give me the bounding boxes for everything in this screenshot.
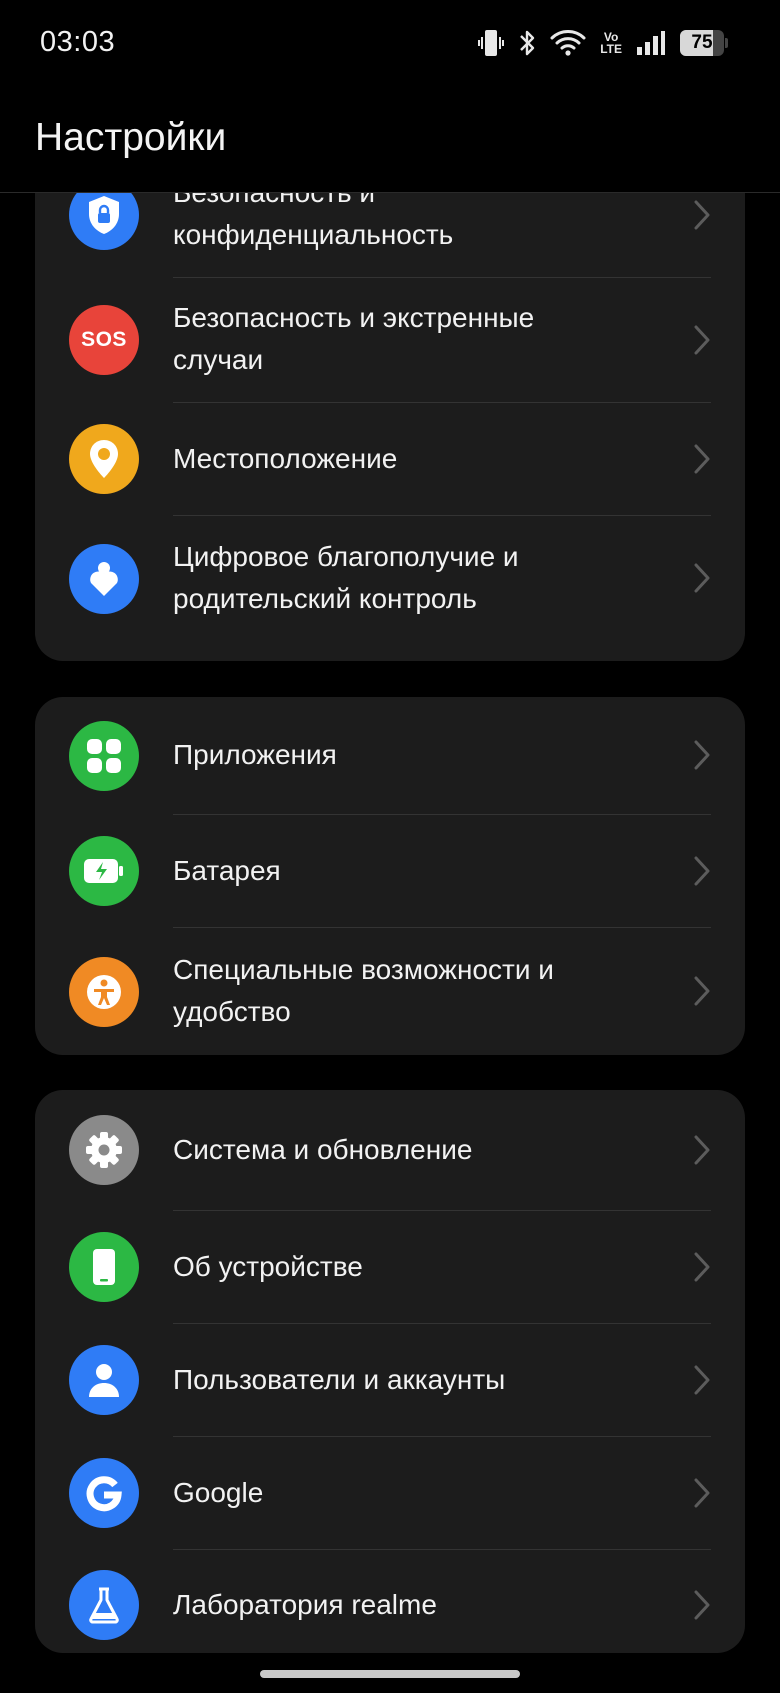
- vibrate-icon: [478, 30, 505, 56]
- settings-item-emergency[interactable]: SOS Безопасность и экстренные случаи: [35, 278, 745, 402]
- settings-item-label: Батарея: [173, 855, 281, 886]
- settings-item-label: Об устройстве: [173, 1251, 363, 1282]
- volte-icon: Vo LTE: [600, 31, 622, 55]
- settings-item-label: Пользователи и аккаунты: [173, 1364, 506, 1395]
- status-bar: 03:03 Vo LTE 75: [0, 0, 780, 90]
- chevron-right-icon: [694, 1590, 710, 1620]
- bluetooth-icon: [520, 30, 535, 56]
- chevron-right-icon: [694, 1478, 710, 1508]
- chevron-right-icon: [694, 444, 710, 474]
- settings-item-label: Система и обновление: [173, 1134, 473, 1165]
- chevron-right-icon: [694, 1135, 710, 1165]
- chevron-right-icon: [694, 976, 710, 1006]
- battery-level: 75: [691, 32, 713, 53]
- battery-icon: 75: [680, 30, 728, 56]
- settings-item-accessibility[interactable]: Специальные возможности и удобство: [35, 928, 745, 1055]
- battery-charge-icon: [69, 836, 139, 906]
- settings-item-about-device[interactable]: Об устройстве: [35, 1211, 745, 1323]
- settings-item-location[interactable]: Местоположение: [35, 403, 745, 515]
- chevron-right-icon: [694, 1252, 710, 1282]
- settings-item-system[interactable]: Система и обновление: [35, 1090, 745, 1210]
- chevron-right-icon: [694, 740, 710, 770]
- settings-item-users-accounts[interactable]: Пользователи и аккаунты: [35, 1324, 745, 1436]
- sos-icon-text: SOS: [81, 328, 127, 351]
- settings-item-apps[interactable]: Приложения: [35, 697, 745, 814]
- settings-item-label: Местоположение: [173, 443, 398, 474]
- user-icon: [69, 1345, 139, 1415]
- app-header: Настройки: [0, 90, 780, 193]
- wifi-icon: [550, 30, 586, 56]
- accessibility-icon: [69, 957, 139, 1027]
- flask-icon: [69, 1570, 139, 1640]
- gear-icon: [69, 1115, 139, 1185]
- chevron-right-icon: [694, 200, 710, 230]
- settings-item-label: Специальные возможности и удобство: [173, 954, 554, 1027]
- location-pin-icon: [69, 424, 139, 494]
- chevron-right-icon: [694, 1365, 710, 1395]
- settings-item-google[interactable]: Google: [35, 1437, 745, 1549]
- settings-list[interactable]: Безопасность и конфиденциальность SOS Бе…: [0, 193, 780, 1693]
- phone-icon: [69, 1232, 139, 1302]
- settings-item-label: Безопасность и конфиденциальность: [173, 193, 454, 250]
- settings-item-label: Google: [173, 1477, 264, 1508]
- signal-icon: [637, 31, 665, 55]
- page-title: Настройки: [35, 116, 227, 159]
- chevron-right-icon: [694, 325, 710, 355]
- volte-bottom: LTE: [600, 42, 622, 56]
- settings-item-wellbeing[interactable]: Цифровое благополучие и родительский кон…: [35, 516, 745, 641]
- settings-item-privacy[interactable]: Безопасность и конфиденциальность: [35, 193, 745, 277]
- settings-item-label: Безопасность и экстренные случаи: [173, 302, 535, 375]
- settings-item-realme-lab[interactable]: Лаборатория realme: [35, 1550, 745, 1653]
- sos-icon: SOS: [69, 305, 139, 375]
- settings-item-battery[interactable]: Батарея: [35, 815, 745, 927]
- settings-group-2: Приложения Батарея Специальные возможнос…: [35, 697, 745, 1055]
- settings-item-label: Лаборатория realme: [173, 1589, 437, 1620]
- status-icons: Vo LTE 75: [478, 28, 728, 58]
- heart-person-icon: [69, 544, 139, 614]
- google-icon: [69, 1458, 139, 1528]
- apps-grid-icon: [69, 721, 139, 791]
- settings-item-label: Приложения: [173, 739, 337, 770]
- status-time: 03:03: [40, 26, 116, 58]
- shield-lock-icon: [69, 193, 139, 250]
- chevron-right-icon: [694, 563, 710, 593]
- chevron-right-icon: [694, 856, 710, 886]
- settings-group-3: Система и обновление Об устройстве Польз…: [35, 1090, 745, 1653]
- home-indicator[interactable]: [260, 1670, 520, 1678]
- settings-group-1: Безопасность и конфиденциальность SOS Бе…: [35, 193, 745, 661]
- settings-item-label: Цифровое благополучие и родительский кон…: [173, 541, 519, 614]
